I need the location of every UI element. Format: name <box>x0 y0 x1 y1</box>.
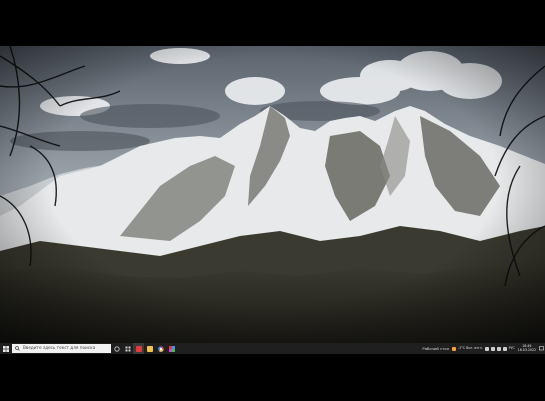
start-button[interactable] <box>0 343 11 354</box>
network-icon[interactable] <box>490 346 495 351</box>
mountain-wallpaper <box>0 46 545 343</box>
folder-icon <box>146 345 153 352</box>
multicolor-app-icon <box>168 345 175 352</box>
volume-icon[interactable] <box>502 346 507 351</box>
chevron-up-icon[interactable] <box>484 346 489 351</box>
search-icon <box>15 346 20 351</box>
taskbar-app-red[interactable] <box>133 343 144 354</box>
clock-date: 16.03.2022 <box>517 347 536 352</box>
weather-icon <box>452 346 457 351</box>
widgets-icon <box>125 346 130 351</box>
widgets-button[interactable] <box>122 343 133 354</box>
task-view-button[interactable] <box>111 343 122 354</box>
weather-temperature[interactable]: -3°C Вкл. взгл. <box>458 346 483 350</box>
notification-center-button[interactable] <box>538 343 545 354</box>
task-view-icon <box>113 345 120 352</box>
taskbar: Введите здесь текст для поиска Рабочий с… <box>0 343 545 354</box>
language-indicator[interactable]: РУС <box>509 346 515 350</box>
taskbar-search-box[interactable]: Введите здесь текст для поиска <box>12 344 111 353</box>
screen-frame: Введите здесь текст для поиска Рабочий с… <box>0 0 545 401</box>
battery-icon[interactable] <box>496 346 501 351</box>
chrome-icon <box>157 345 164 352</box>
taskbar-chrome[interactable] <box>155 343 166 354</box>
taskbar-app-multi[interactable] <box>166 343 177 354</box>
windows-logo-icon <box>2 345 9 352</box>
notification-icon <box>539 346 544 351</box>
taskbar-file-explorer[interactable] <box>144 343 155 354</box>
desktop-wallpaper <box>0 46 545 343</box>
red-app-icon <box>135 345 142 352</box>
desktop-toolbar-label[interactable]: Рабочий стол <box>422 346 449 351</box>
search-placeholder: Введите здесь текст для поиска <box>23 345 96 351</box>
taskbar-clock[interactable]: 18:49 16.03.2022 <box>517 344 536 352</box>
